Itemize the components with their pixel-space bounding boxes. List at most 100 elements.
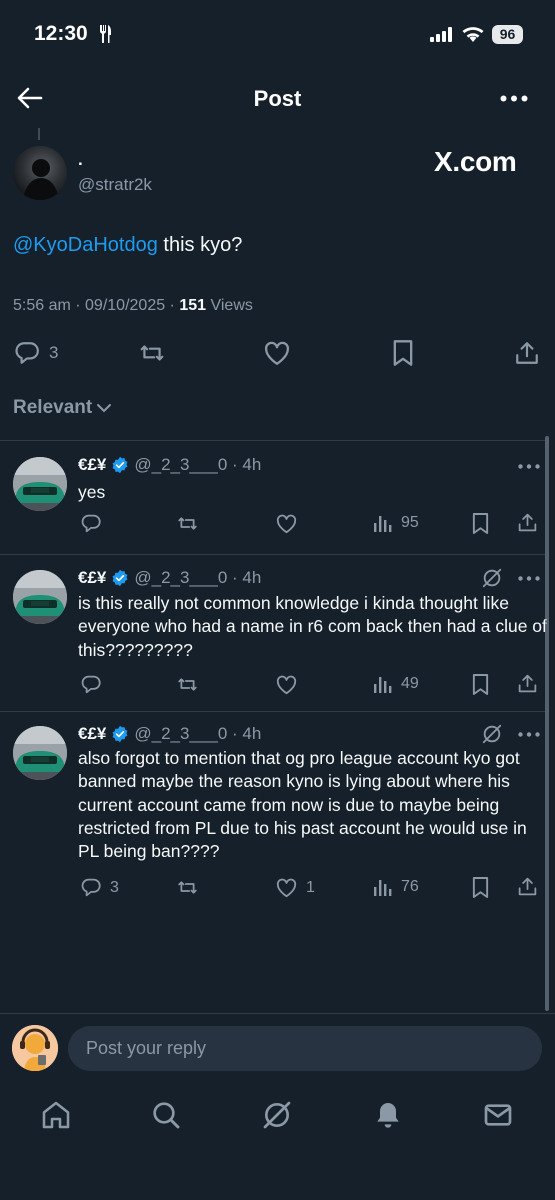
reply-like-button[interactable]: 1 — [275, 878, 315, 898]
reply-item[interactable]: €£¥ @_2_3___0 · 4h is this really not co… — [0, 555, 547, 711]
more-options-icon[interactable] — [500, 95, 528, 102]
share-icon — [518, 513, 537, 532]
tab-search[interactable] — [150, 1099, 182, 1131]
reply-repost-button[interactable] — [175, 877, 200, 898]
user-avatar[interactable] — [12, 1025, 58, 1071]
reply-header: €£¥ @_2_3___0 · 4h — [78, 568, 261, 588]
reply-reply-count: 3 — [110, 878, 119, 896]
status-time: 12:30 — [34, 22, 88, 45]
reply-input[interactable] — [68, 1026, 542, 1071]
analytics-icon — [374, 516, 392, 532]
reply-bookmark-button[interactable] — [471, 512, 490, 535]
reply-more-icon[interactable] — [518, 576, 540, 581]
divider — [0, 1013, 555, 1014]
reply-text: yes — [78, 482, 106, 502]
reply-more-icon[interactable] — [518, 464, 540, 469]
grok-icon — [263, 1101, 291, 1129]
views-count: 151 — [179, 297, 207, 314]
views-label: Views — [206, 297, 253, 314]
reply-avatar[interactable] — [13, 457, 67, 511]
repost-icon — [140, 345, 164, 361]
heart-icon — [276, 514, 297, 534]
reply-text: is this really not common knowledge i ki… — [78, 593, 547, 660]
reply-bookmark-button[interactable] — [471, 876, 490, 899]
tab-home[interactable] — [40, 1099, 72, 1131]
reply-item[interactable]: €£¥ @_2_3___0 · 4h yes 95 — [0, 441, 545, 554]
reply-share-button[interactable] — [517, 512, 538, 533]
reply-author-name[interactable]: €£¥ — [78, 455, 106, 475]
reply-view-count: 95 — [401, 514, 419, 531]
reply-views-button[interactable]: 49 — [373, 674, 419, 694]
grok-icon[interactable] — [481, 567, 503, 589]
verified-badge-icon — [112, 725, 128, 743]
reply-handle[interactable]: @_2_3___0 · 4h — [134, 724, 261, 744]
post-bookmark-button[interactable] — [391, 339, 415, 367]
reply-view-count: 49 — [401, 675, 419, 692]
wifi-icon — [461, 24, 485, 43]
repost-icon — [178, 881, 197, 894]
post-repost-button[interactable] — [137, 340, 167, 366]
reply-icon — [81, 878, 101, 897]
reply-like-button[interactable] — [275, 514, 306, 534]
reply-view-count: 76 — [401, 878, 419, 895]
analytics-icon — [374, 880, 392, 896]
home-icon — [42, 1101, 70, 1129]
post-body: this kyo? — [157, 234, 243, 256]
author-name[interactable]: . — [78, 150, 83, 170]
heart-icon — [265, 341, 289, 365]
repost-icon — [178, 678, 197, 691]
tab-notifications[interactable] — [372, 1099, 404, 1131]
reply-avatar[interactable] — [13, 726, 67, 780]
post-like-button[interactable] — [263, 341, 291, 366]
post-share-button[interactable] — [514, 340, 540, 366]
verified-badge-icon — [112, 569, 128, 587]
reply-reply-button[interactable] — [80, 674, 110, 695]
post-text: @KyoDaHotdog this kyo? — [13, 234, 242, 257]
reply-handle[interactable]: @_2_3___0 · 4h — [134, 455, 261, 475]
share-icon — [516, 342, 538, 364]
reply-text: also forgot to mention that og pro leagu… — [78, 748, 527, 862]
reply-author-name[interactable]: €£¥ — [78, 568, 106, 588]
reply-reply-button[interactable] — [80, 513, 110, 534]
scrollbar[interactable] — [545, 436, 549, 1011]
tab-messages[interactable] — [482, 1099, 514, 1131]
cellular-signal-icon — [430, 27, 454, 42]
reply-icon — [81, 675, 101, 694]
reply-handle[interactable]: @_2_3___0 · 4h — [134, 568, 261, 588]
grok-icon[interactable] — [481, 723, 503, 745]
reply-like-button[interactable] — [275, 675, 306, 695]
reply-views-button[interactable]: 95 — [373, 513, 419, 533]
heart-icon — [276, 878, 297, 898]
analytics-icon — [374, 677, 392, 693]
verified-badge-icon — [112, 456, 128, 474]
bookmark-icon — [472, 513, 489, 534]
author-handle[interactable]: @stratr2k — [78, 175, 152, 195]
reply-author-name[interactable]: €£¥ — [78, 724, 106, 744]
mention-link[interactable]: @KyoDaHotdog — [13, 234, 158, 256]
reply-bookmark-button[interactable] — [471, 673, 490, 696]
reply-avatar[interactable] — [13, 570, 67, 624]
reply-more-icon[interactable] — [518, 732, 540, 737]
messages-icon — [484, 1104, 512, 1126]
reply-share-button[interactable] — [517, 673, 538, 694]
sort-dropdown[interactable]: Relevant — [13, 397, 112, 419]
page-title: Post — [253, 86, 302, 111]
reply-repost-button[interactable] — [175, 513, 200, 534]
reply-share-button[interactable] — [517, 876, 538, 897]
reply-icon — [81, 514, 101, 533]
fork-knife-icon — [98, 24, 112, 44]
reply-reply-button[interactable]: 3 — [80, 877, 119, 898]
reply-repost-button[interactable] — [175, 674, 200, 695]
sort-label: Relevant — [13, 397, 93, 418]
tab-grok[interactable] — [261, 1099, 293, 1131]
reply-item[interactable]: €£¥ @_2_3___0 · 4h also forgot to mentio… — [0, 712, 545, 917]
bookmark-icon — [472, 674, 489, 695]
post-reply-button[interactable]: 3 — [13, 340, 58, 366]
thread-connector — [38, 128, 40, 140]
reply-like-count: 1 — [306, 879, 315, 896]
reply-views-button[interactable]: 76 — [373, 877, 419, 897]
author-avatar[interactable] — [13, 146, 67, 200]
search-icon — [153, 1102, 180, 1129]
notifications-icon — [377, 1103, 399, 1128]
post-meta: 5:56 am · 09/10/2025 · 151 Views — [13, 297, 253, 315]
